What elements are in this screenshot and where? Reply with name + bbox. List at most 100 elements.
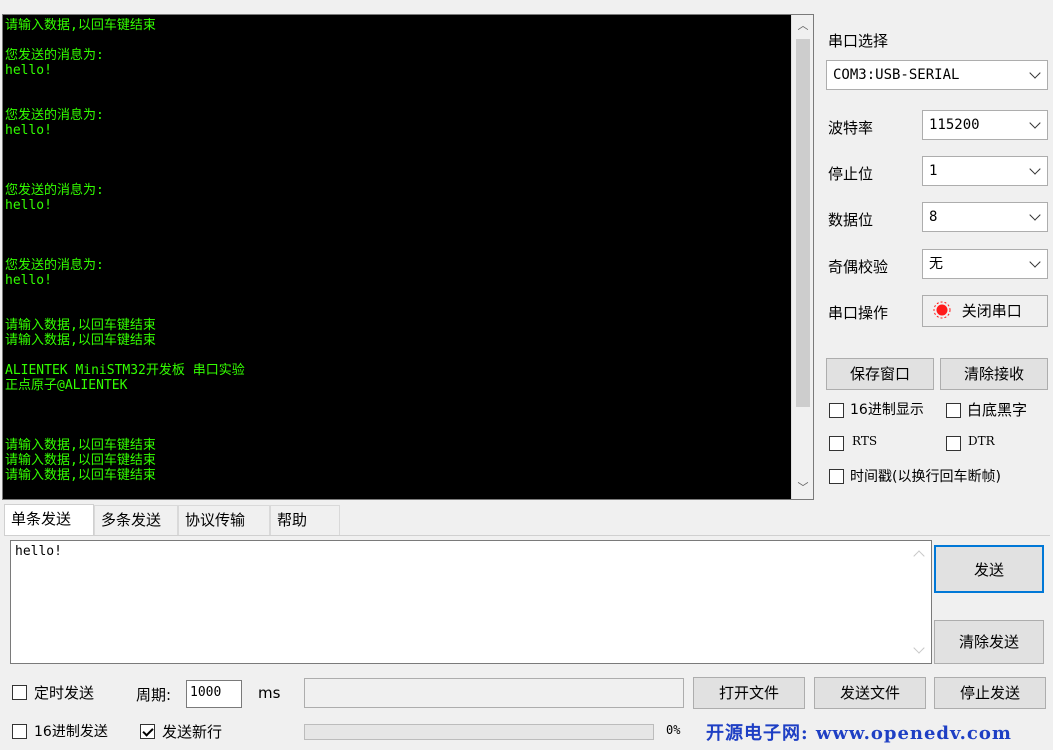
hex-send-checkbox[interactable] — [12, 724, 27, 739]
receive-line: 您发送的消息为: — [5, 183, 104, 198]
hex-send-label: 16进制发送 — [34, 724, 108, 740]
dtr-checkbox[interactable] — [946, 436, 961, 451]
stop-send-button[interactable]: 停止发送 — [934, 677, 1046, 709]
receive-line — [5, 303, 791, 318]
white-bg-label: 白底黑字 — [967, 401, 1028, 419]
scrollbar-thumb[interactable] — [796, 39, 810, 407]
send-newline-label: 发送新行 — [162, 723, 223, 741]
close-port-label: 关闭串口 — [961, 302, 1022, 320]
rts-checkbox[interactable] — [829, 436, 844, 451]
send-button[interactable]: 发送 — [934, 545, 1044, 593]
period-label: 周期: — [136, 686, 172, 704]
baud-select[interactable]: 115200 — [922, 110, 1048, 140]
period-input[interactable]: 1000 — [186, 680, 242, 708]
send-progress-bar — [304, 724, 654, 740]
tab-single-send[interactable]: 单条发送 — [4, 504, 94, 536]
port-select[interactable]: COM3:USB-SERIAL — [826, 60, 1048, 90]
site-watermark[interactable]: 开源电子网: www.openedv.com — [706, 719, 1012, 745]
rts-label: RTS — [852, 434, 878, 448]
file-path-input[interactable] — [304, 678, 684, 708]
databits-select-value: 8 — [929, 209, 938, 225]
databits-select[interactable]: 8 — [922, 202, 1048, 232]
chevron-down-icon — [1029, 117, 1041, 129]
chevron-down-icon — [1029, 163, 1041, 175]
port-select-value: COM3:USB-SERIAL — [833, 67, 960, 83]
receive-text: 请输入数据,以回车键结束 您发送的消息为: hello! 您发送的消息为: hello!… — [5, 18, 791, 498]
receive-line: 请输入数据,以回车键结束 — [5, 18, 156, 33]
parity-select-value: 无 — [929, 256, 943, 272]
receive-line — [5, 168, 791, 183]
open-file-button[interactable]: 打开文件 — [693, 677, 805, 709]
progress-text: 0% — [666, 723, 681, 737]
receive-line — [5, 93, 791, 108]
chevron-down-icon — [1029, 256, 1041, 268]
receive-window[interactable]: 请输入数据,以回车键结束 您发送的消息为: hello! 您发送的消息为: hello!… — [2, 14, 814, 500]
clear-receive-button[interactable]: 清除接收 — [940, 358, 1048, 390]
scroll-up-icon[interactable]: ︿ — [792, 17, 813, 35]
tab-help[interactable]: 帮助 — [270, 505, 340, 535]
receive-line: hello! — [5, 123, 52, 138]
receive-line — [5, 228, 791, 243]
receive-line: 正点原子@ALIENTEK — [5, 378, 128, 393]
stopbits-label: 停止位 — [828, 165, 874, 183]
port-select-label: 串口选择 — [828, 32, 889, 50]
send-text: hello! — [15, 544, 62, 559]
tab-divider — [4, 535, 1050, 536]
receive-line: hello! — [5, 63, 52, 78]
timed-send-label: 定时发送 — [34, 684, 95, 702]
chevron-down-icon — [1029, 209, 1041, 221]
tab-multi-send[interactable]: 多条发送 — [94, 505, 178, 535]
port-status-icon — [933, 301, 951, 319]
close-port-button[interactable]: 关闭串口 — [922, 295, 1048, 327]
parity-label: 奇偶校验 — [828, 258, 889, 276]
receive-line — [5, 33, 791, 48]
stopbits-select-value: 1 — [929, 163, 938, 179]
receive-scrollbar[interactable]: ︿ ﹀ — [791, 15, 813, 499]
white-bg-checkbox[interactable] — [946, 403, 961, 418]
parity-select[interactable]: 无 — [922, 249, 1048, 279]
send-file-button[interactable]: 发送文件 — [814, 677, 926, 709]
receive-line — [5, 348, 791, 363]
clear-send-button[interactable]: 清除发送 — [934, 620, 1044, 664]
receive-line — [5, 393, 791, 408]
send-newline-checkbox[interactable] — [140, 724, 155, 739]
dtr-label: DTR — [968, 434, 995, 448]
receive-line — [5, 138, 791, 153]
scroll-down-icon[interactable]: ﹀ — [792, 479, 813, 497]
scroll-up-icon[interactable] — [913, 550, 925, 562]
hex-display-label: 16进制显示 — [850, 402, 924, 418]
receive-line — [5, 423, 791, 438]
receive-line: 请输入数据,以回车键结束 — [5, 438, 156, 453]
chevron-down-icon — [1029, 67, 1041, 79]
receive-line — [5, 288, 791, 303]
save-window-button[interactable]: 保存窗口 — [826, 358, 934, 390]
receive-line: 您发送的消息为: — [5, 108, 104, 123]
tab-protocol[interactable]: 协议传输 — [178, 505, 270, 535]
stopbits-select[interactable]: 1 — [922, 156, 1048, 186]
receive-line — [5, 243, 791, 258]
receive-line: 请输入数据,以回车键结束 — [5, 453, 156, 468]
receive-line — [5, 153, 791, 168]
timed-send-checkbox[interactable] — [12, 685, 27, 700]
send-textarea[interactable]: hello! — [10, 540, 932, 664]
receive-line: 请输入数据,以回车键结束 — [5, 333, 156, 348]
timestamp-label: 时间戳(以换行回车断帧) — [850, 469, 1001, 485]
port-op-label: 串口操作 — [828, 304, 889, 322]
period-unit: ms — [258, 684, 281, 702]
baud-label: 波特率 — [828, 119, 874, 137]
receive-line: hello! — [5, 273, 52, 288]
receive-line: hello! — [5, 198, 52, 213]
receive-line: ALIENTEK MiniSTM32开发板 串口实验 — [5, 363, 245, 378]
receive-line — [5, 408, 791, 423]
receive-line — [5, 213, 791, 228]
databits-label: 数据位 — [828, 211, 874, 229]
baud-select-value: 115200 — [929, 117, 980, 133]
scroll-down-icon[interactable] — [913, 642, 925, 654]
send-scrollbar[interactable] — [910, 542, 930, 662]
receive-line — [5, 78, 791, 93]
timestamp-checkbox[interactable] — [829, 469, 844, 484]
hex-display-checkbox[interactable] — [829, 403, 844, 418]
receive-line: 您发送的消息为: — [5, 258, 104, 273]
receive-line: 请输入数据,以回车键结束 — [5, 468, 156, 483]
receive-line: 您发送的消息为: — [5, 48, 104, 63]
